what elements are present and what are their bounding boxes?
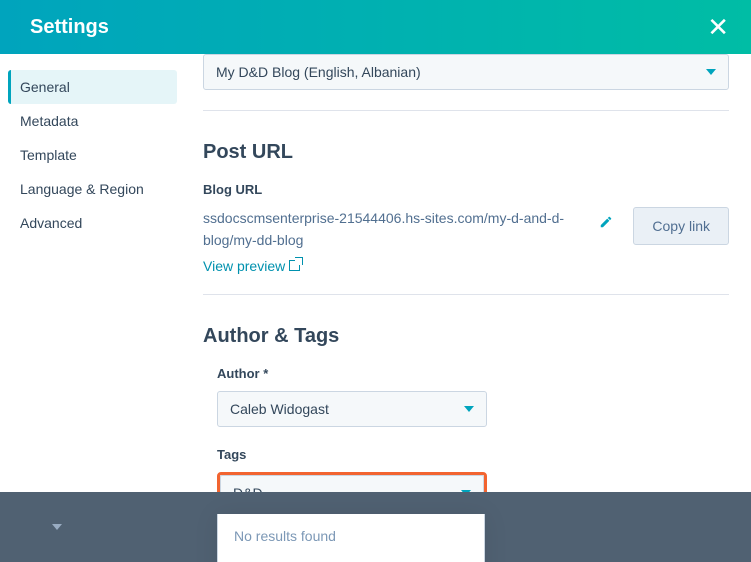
- section-title-author-tags: Author & Tags: [203, 325, 729, 348]
- main-panel: My D&D Blog (English, Albanian) Post URL…: [185, 54, 751, 562]
- close-button[interactable]: ✕: [707, 12, 729, 43]
- blog-select-value: My D&D Blog (English, Albanian): [216, 64, 421, 80]
- divider: [203, 294, 729, 295]
- modal-title: Settings: [30, 16, 109, 39]
- copy-link-button[interactable]: Copy link: [633, 207, 729, 245]
- chevron-down-icon: [706, 69, 716, 75]
- author-label: Author *: [217, 366, 729, 381]
- view-preview-link[interactable]: View preview: [203, 258, 300, 274]
- author-select[interactable]: Caleb Widogast: [217, 391, 487, 427]
- chevron-down-icon: [464, 406, 474, 412]
- sidebar-item-template[interactable]: Template: [8, 138, 177, 172]
- view-preview-text: View preview: [203, 258, 285, 274]
- divider: [203, 110, 729, 111]
- modal-header: Settings ✕: [0, 0, 751, 54]
- sidebar-item-advanced[interactable]: Advanced: [8, 206, 177, 240]
- sidebar-item-general[interactable]: General: [8, 70, 177, 104]
- chevron-down-icon[interactable]: [52, 524, 62, 530]
- tags-label: Tags: [217, 447, 729, 462]
- pencil-icon: [599, 215, 613, 229]
- settings-sidebar: General Metadata Template Language & Reg…: [0, 54, 185, 562]
- close-icon: ✕: [707, 12, 729, 42]
- blog-url-label: Blog URL: [203, 182, 729, 197]
- no-results-text: No results found: [218, 514, 484, 558]
- author-value: Caleb Widogast: [230, 401, 329, 417]
- sidebar-item-language-region[interactable]: Language & Region: [8, 172, 177, 206]
- tags-dropdown: No results found + Add "D&D" tag: [217, 514, 485, 562]
- blog-url-value: ssdocscmsenterprise-21544406.hs-sites.co…: [203, 207, 579, 252]
- blog-select[interactable]: My D&D Blog (English, Albanian): [203, 54, 729, 90]
- external-link-icon: [289, 260, 300, 271]
- sidebar-item-metadata[interactable]: Metadata: [8, 104, 177, 138]
- edit-url-button[interactable]: [591, 207, 621, 240]
- section-title-post-url: Post URL: [203, 141, 729, 164]
